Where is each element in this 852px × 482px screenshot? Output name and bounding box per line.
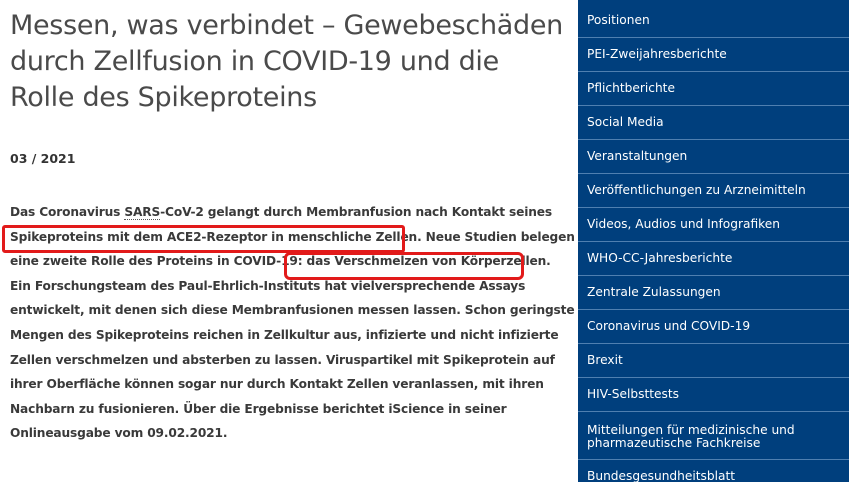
sidebar-item-veranstaltungen[interactable]: Veranstaltungen: [578, 140, 849, 174]
sidebar-item-zentrale-zulassungen[interactable]: Zentrale Zulassungen: [578, 276, 849, 310]
article-body: Das Coronavirus SARS-CoV-2 gelangt durch…: [10, 200, 575, 446]
article-body-text-rest: -CoV-2 gelangt durch Membranfusion nach …: [10, 205, 575, 441]
sidebar-nav: Positionen PEI-Zweijahresberichte Pflich…: [578, 0, 849, 482]
sidebar-item-positionen[interactable]: Positionen: [578, 0, 849, 38]
sidebar-item-coronavirus[interactable]: Coronavirus und COVID-19: [578, 310, 849, 344]
article-title: Messen, was verbindet – Gewebeschäden du…: [10, 10, 563, 113]
sars-abbreviation[interactable]: SARS: [124, 205, 160, 220]
article-body-text-start: Das Coronavirus: [10, 205, 125, 219]
sidebar-item-mitteilungen[interactable]: Mitteilungen für medizinische und pharma…: [578, 412, 849, 460]
sidebar-item-pei-zweijahresberichte[interactable]: PEI-Zweijahresberichte: [578, 38, 849, 72]
sidebar-item-videos-audios[interactable]: Videos, Audios und Infografiken: [578, 208, 849, 242]
sidebar-item-pflichtberichte[interactable]: Pflichtberichte: [578, 72, 849, 106]
issue-date: 03 / 2021: [10, 151, 76, 166]
sidebar-item-social-media[interactable]: Social Media: [578, 106, 849, 140]
sidebar-item-bundesgesundheitsblatt[interactable]: Bundesgesundheitsblatt: [578, 460, 849, 482]
sidebar-list: Positionen PEI-Zweijahresberichte Pflich…: [578, 0, 849, 482]
article-main: Messen, was verbindet – Gewebeschäden du…: [0, 0, 578, 482]
sidebar-item-who-cc[interactable]: WHO-CC-Jahresberichte: [578, 242, 849, 276]
sidebar-item-brexit[interactable]: Brexit: [578, 344, 849, 378]
sidebar-item-veroeffentlichungen[interactable]: Veröffentlichungen zu Arzneimitteln: [578, 174, 849, 208]
sidebar-item-hiv-selbsttests[interactable]: HIV-Selbsttests: [578, 378, 849, 412]
